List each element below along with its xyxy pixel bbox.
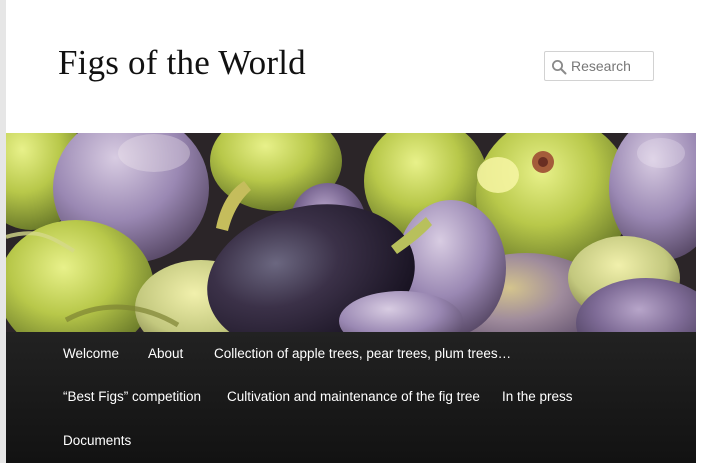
site-header: Figs of the World — [6, 0, 696, 133]
site-title[interactable]: Figs of the World — [58, 41, 306, 85]
nav-item-documents[interactable]: Documents — [63, 431, 131, 451]
search-box[interactable] — [544, 51, 654, 81]
nav-item-about[interactable]: About — [148, 344, 183, 364]
nav-item-best-figs-competition[interactable]: “Best Figs” competition — [63, 387, 201, 407]
search-input[interactable] — [571, 52, 651, 80]
search-icon — [552, 60, 567, 75]
right-gutter — [696, 0, 714, 463]
site-page: Figs of the World Research Welcome About… — [6, 0, 696, 463]
fig-banner-image — [6, 133, 696, 332]
nav-item-fruit-tree-collection[interactable]: Collection of apple trees, pear trees, p… — [214, 344, 511, 364]
nav-item-press[interactable]: In the press — [502, 387, 573, 407]
main-navigation: Welcome About Collection of apple trees,… — [6, 332, 696, 463]
nav-item-fig-tree-care[interactable]: Cultivation and maintenance of the fig t… — [227, 387, 480, 407]
nav-item-welcome[interactable]: Welcome — [63, 344, 119, 364]
